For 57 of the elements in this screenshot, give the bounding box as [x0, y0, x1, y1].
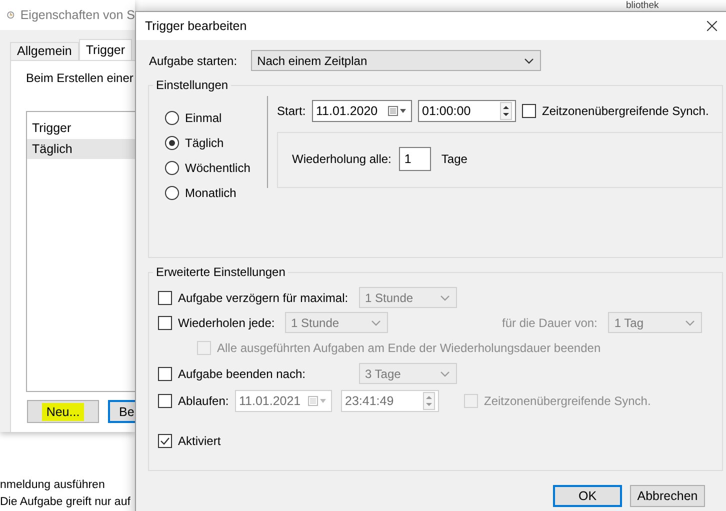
field-label: Aufgabe starten: [149, 54, 238, 68]
field-label: Start: [277, 104, 306, 118]
chevron-down-icon [685, 320, 696, 326]
background-text: Die Aufgabe greift nur auf [0, 495, 130, 510]
spinner-icon [500, 102, 512, 120]
cancel-button[interactable]: Abbrechen [630, 485, 705, 507]
close-icon[interactable] [707, 21, 717, 31]
date-field[interactable]: 11.01.2020 [312, 100, 412, 122]
chevron-down-icon [524, 58, 534, 64]
tab[interactable]: Trigger [78, 39, 132, 60]
calendar-icon [388, 106, 408, 116]
checkbox-label: Alle ausgeführten Aufgaben am Ende der Wiederholungsdauer beenden [217, 341, 601, 355]
group-title: Einstellungen [155, 78, 230, 92]
checkbox-label: Aktiviert [178, 434, 221, 448]
new-button[interactable]: Neu... [27, 400, 99, 423]
spinner-icon [423, 392, 435, 410]
time-field[interactable]: 01:00:00 [418, 100, 516, 122]
window-title: bliothek [626, 0, 659, 11]
ok-button[interactable]: OK [553, 485, 622, 507]
duration-label: für die Dauer von: [502, 316, 598, 330]
chevron-down-icon [371, 320, 381, 326]
radio-label: Wöchentlich [185, 160, 250, 174]
checkbox-label: Zeitzonenübergreifende Synch. [542, 104, 709, 118]
window-title: Eigenschaften von S [20, 8, 135, 22]
unit-label: Tage [441, 152, 468, 166]
checkbox-label: Aufgabe verzögern für maximal: [178, 290, 348, 304]
checkbox[interactable] [158, 316, 172, 330]
input-field[interactable]: 1 [399, 147, 432, 171]
list-row[interactable]: Täglich [27, 139, 135, 159]
radio-label: Einmal [185, 110, 222, 124]
radio-button[interactable] [165, 186, 179, 200]
chevron-down-icon [440, 370, 450, 376]
checkbox-label: Aufgabe beenden nach: [178, 366, 306, 380]
radio-button[interactable] [165, 160, 179, 174]
radio-button[interactable] [165, 136, 179, 150]
checkbox[interactable] [158, 394, 172, 408]
tab[interactable]: Allgemein [10, 42, 79, 60]
chevron-down-icon [440, 294, 450, 300]
description-text: Beim Erstellen einer [26, 71, 134, 85]
background-text: nmeldung ausführen [0, 478, 106, 493]
checkbox-label: Wiederholen jede: [178, 316, 275, 330]
checkbox[interactable] [522, 104, 536, 118]
radio-button[interactable] [165, 110, 179, 124]
group-title: Erweiterte Einstellungen [155, 265, 286, 279]
field-label: Wiederholung alle: [292, 152, 392, 166]
radio-label: Monatlich [185, 186, 236, 200]
calendar-icon [308, 396, 328, 406]
checkbox[interactable] [158, 290, 172, 304]
checkbox-label: Ablaufen: [178, 394, 229, 408]
dialog-title: Trigger bearbeiten [145, 19, 247, 33]
checkbox[interactable] [158, 366, 172, 380]
checkbox[interactable] [158, 434, 172, 448]
edit-button[interactable]: Be [108, 400, 135, 423]
dropdown[interactable]: Nach einem Zeitplan [251, 50, 542, 71]
column-header: Trigger [31, 120, 72, 137]
checkbox-label: Zeitzonenübergreifende Synch. [484, 394, 651, 408]
radio-label: Täglich [185, 136, 224, 150]
